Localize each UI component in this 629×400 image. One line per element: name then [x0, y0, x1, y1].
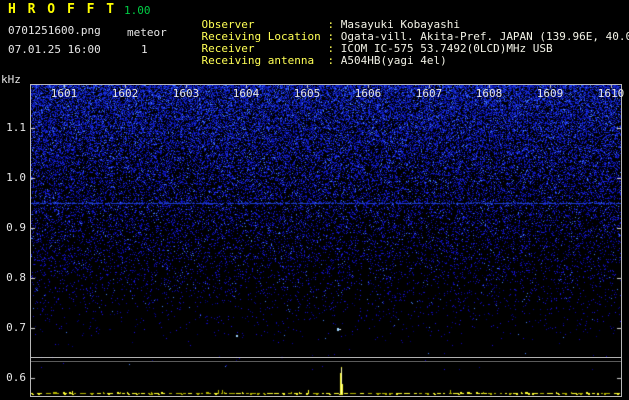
- datetime-label: 07.01.25 16:00: [8, 43, 101, 56]
- time-tick-label: 1609: [536, 87, 564, 100]
- app-title: H R O F F T: [8, 2, 117, 17]
- time-tick-label: 1607: [415, 87, 443, 100]
- freq-axis-unit: kHz: [1, 73, 21, 86]
- output-filename: 0701251600.png: [8, 24, 101, 37]
- time-tick-label: 1603: [172, 87, 200, 100]
- time-tick-label: 1602: [111, 87, 139, 100]
- signal-strip-line-lower: [31, 361, 621, 362]
- freq-tick-label: 0.8: [6, 271, 26, 284]
- freq-tick-label: 0.6: [6, 371, 26, 384]
- app-version: 1.00: [124, 4, 151, 17]
- signal-strip-line-upper: [31, 357, 621, 358]
- channel-number: 1: [141, 43, 148, 56]
- hrofft-window: H R O F F T 1.00 0701251600.png meteor 0…: [0, 0, 629, 400]
- mode-label: meteor: [127, 26, 167, 39]
- time-tick-label: 1606: [354, 87, 382, 100]
- time-tick-label: 1605: [293, 87, 321, 100]
- info-row-antenna: Receiving antenna: A504HB(yagi 4el): [175, 41, 447, 80]
- antenna-label: Receiving antenna: [201, 54, 315, 67]
- freq-tick-label: 1.1: [6, 121, 26, 134]
- freq-tick-label: 1.0: [6, 171, 26, 184]
- antenna-value: A504HB(yagi 4el): [340, 54, 447, 67]
- time-tick-label: 1601: [50, 87, 78, 100]
- time-tick-label: 1604: [232, 87, 260, 100]
- spectrogram-canvas: [31, 85, 621, 396]
- time-tick-label: 1610: [597, 87, 625, 100]
- time-tick-label: 1608: [475, 87, 503, 100]
- freq-tick-label: 0.9: [6, 221, 26, 234]
- freq-tick-label: 0.7: [6, 321, 26, 334]
- separator: :: [327, 54, 341, 67]
